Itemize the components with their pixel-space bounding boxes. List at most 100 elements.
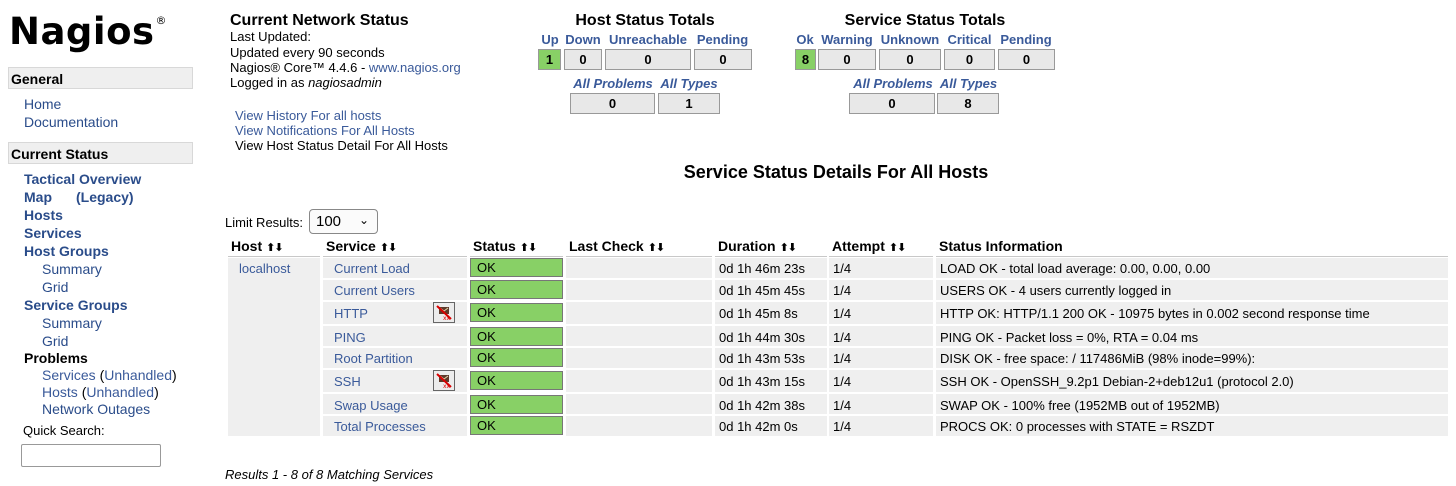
service-link[interactable]: PING bbox=[334, 330, 366, 345]
duration-cell: 0d 1h 42m 38s bbox=[719, 398, 806, 413]
duration-cell: 0d 1h 46m 23s bbox=[719, 261, 806, 276]
sort-arrows-icon[interactable]: ⬆⬇ bbox=[520, 242, 537, 254]
service-pending-count: 0 bbox=[998, 49, 1055, 70]
column-status-information: Status Information bbox=[939, 238, 1063, 254]
host-all-problems-header[interactable]: All Problems bbox=[570, 76, 656, 91]
service-all-problems-header[interactable]: All Problems bbox=[849, 76, 937, 91]
service-unknown-header[interactable]: Unknown bbox=[878, 32, 942, 47]
service-pending-header[interactable]: Pending bbox=[997, 32, 1055, 47]
column-status: Status ⬆⬇ bbox=[473, 238, 537, 254]
sort-arrows-icon[interactable]: ⬆⬇ bbox=[380, 242, 397, 254]
service-all-types-count: 8 bbox=[937, 93, 999, 114]
host-all-types-header[interactable]: All Types bbox=[657, 76, 721, 91]
status-info-cell: USERS OK - 4 users currently logged in bbox=[940, 283, 1172, 298]
service-groups-grid-link[interactable]: Grid bbox=[42, 333, 68, 349]
nagios-logo[interactable]: Nagios® bbox=[9, 10, 167, 53]
status-info-cell: LOAD OK - total load average: 0.00, 0.00… bbox=[940, 261, 1211, 276]
host-groups-grid-link[interactable]: Grid bbox=[42, 279, 68, 295]
duration-cell: 0d 1h 44m 30s bbox=[719, 330, 806, 345]
service-link[interactable]: SSH bbox=[334, 374, 361, 389]
problems-hosts-unhandled-link[interactable]: Unhandled bbox=[86, 384, 154, 400]
duration-cell: 0d 1h 45m 8s bbox=[719, 306, 798, 321]
sort-arrows-icon[interactable]: ⬆⬇ bbox=[780, 242, 797, 254]
sidebar: Nagios® General Home Documentation Curre… bbox=[0, 0, 200, 486]
service-link[interactable]: Current Load bbox=[334, 261, 410, 276]
status-badge: OK bbox=[470, 280, 563, 299]
notifications-disabled-icon[interactable]: xx bbox=[433, 370, 455, 391]
service-all-types-header[interactable]: All Types bbox=[937, 76, 1000, 91]
hosts-link[interactable]: Hosts bbox=[24, 207, 63, 223]
status-badge: OK bbox=[470, 258, 563, 277]
service-groups-link[interactable]: Service Groups bbox=[24, 297, 128, 313]
service-warning-count: 0 bbox=[818, 49, 876, 70]
tactical-overview-link[interactable]: Tactical Overview bbox=[24, 171, 141, 187]
nagios-org-link[interactable]: www.nagios.org bbox=[369, 60, 461, 75]
limit-results-select[interactable]: 100 ⌄ bbox=[309, 209, 378, 234]
service-status-totals-title: Service Status Totals bbox=[844, 12, 1006, 29]
host-all-problems-count: 0 bbox=[570, 93, 655, 114]
host-all-types-count: 1 bbox=[658, 93, 720, 114]
view-host-status-detail-link[interactable]: View Host Status Detail For All Hosts bbox=[235, 138, 448, 153]
attempt-cell: 1/4 bbox=[833, 351, 852, 366]
status-info-cell: PROCS OK: 0 processes with STATE = RSZDT bbox=[940, 419, 1215, 434]
host-link-localhost[interactable]: localhost bbox=[239, 261, 290, 276]
quick-search-input[interactable] bbox=[21, 444, 161, 467]
service-critical-header[interactable]: Critical bbox=[943, 32, 996, 47]
attempt-cell: 1/4 bbox=[833, 330, 852, 345]
attempt-cell: 1/4 bbox=[833, 398, 852, 413]
status-info-cell: PING OK - Packet loss = 0%, RTA = 0.04 m… bbox=[940, 330, 1199, 345]
service-link[interactable]: Root Partition bbox=[334, 351, 413, 366]
network-outages-link[interactable]: Network Outages bbox=[42, 401, 150, 417]
version-text: Nagios® Core™ 4.4.6 - bbox=[230, 60, 369, 75]
service-link[interactable]: Current Users bbox=[334, 283, 415, 298]
sort-arrows-icon[interactable]: ⬆⬇ bbox=[648, 242, 665, 254]
view-history-link[interactable]: View History For all hosts bbox=[235, 108, 381, 123]
logged-in-line: Logged in as nagiosadmin bbox=[230, 75, 382, 90]
host-up-header[interactable]: Up bbox=[538, 32, 562, 47]
service-link[interactable]: HTTP bbox=[334, 306, 368, 321]
status-info-cell: HTTP OK: HTTP/1.1 200 OK - 10975 bytes i… bbox=[940, 306, 1370, 321]
problems-services-unhandled-link[interactable]: Unhandled bbox=[104, 367, 172, 383]
service-groups-summary-link[interactable]: Summary bbox=[42, 315, 102, 331]
attempt-cell: 1/4 bbox=[833, 306, 852, 321]
sort-arrows-icon[interactable]: ⬆⬇ bbox=[889, 242, 906, 254]
service-link[interactable]: Swap Usage bbox=[334, 398, 408, 413]
chevron-down-icon: ⌄ bbox=[358, 213, 369, 227]
service-link[interactable]: Total Processes bbox=[334, 419, 426, 434]
notifications-disabled-icon[interactable]: xx bbox=[433, 302, 455, 323]
status-badge: OK bbox=[470, 395, 563, 414]
view-notifications-link[interactable]: View Notifications For All Hosts bbox=[235, 123, 415, 138]
host-unreachable-header[interactable]: Unreachable bbox=[604, 32, 692, 47]
username: nagiosadmin bbox=[308, 75, 382, 90]
status-badge: OK bbox=[470, 348, 563, 367]
host-down-header[interactable]: Down bbox=[563, 32, 603, 47]
map-link[interactable]: Map bbox=[24, 189, 52, 205]
service-ok-header[interactable]: Ok bbox=[794, 32, 816, 47]
problems-hosts-row: Hosts (Unhandled) bbox=[42, 384, 159, 400]
status-badge: OK bbox=[470, 327, 563, 346]
documentation-link[interactable]: Documentation bbox=[24, 114, 118, 130]
host-groups-summary-link[interactable]: Summary bbox=[42, 261, 102, 277]
attempt-cell: 1/4 bbox=[833, 261, 852, 276]
status-info-cell: DISK OK - free space: / 117486MiB (98% i… bbox=[940, 351, 1256, 366]
services-link[interactable]: Services bbox=[24, 225, 82, 241]
problems-hosts-link[interactable]: Hosts bbox=[42, 384, 78, 400]
map-legacy-link[interactable]: (Legacy) bbox=[76, 189, 134, 205]
problems-services-link[interactable]: Services bbox=[42, 367, 96, 383]
sort-arrows-icon[interactable]: ⬆⬇ bbox=[266, 242, 283, 254]
status-info-cell: SSH OK - OpenSSH_9.2p1 Debian-2+deb12u1 … bbox=[940, 374, 1294, 389]
column-host: Host ⬆⬇ bbox=[231, 238, 284, 254]
home-link[interactable]: Home bbox=[24, 96, 61, 112]
problems-label: Problems bbox=[24, 350, 88, 366]
current-status-heading: Current Status bbox=[8, 142, 193, 164]
update-interval: Updated every 90 seconds bbox=[230, 45, 385, 60]
duration-cell: 0d 1h 43m 15s bbox=[719, 374, 806, 389]
service-warning-header[interactable]: Warning bbox=[817, 32, 877, 47]
host-groups-link[interactable]: Host Groups bbox=[24, 243, 109, 259]
limit-results-label: Limit Results: bbox=[225, 215, 304, 230]
host-pending-header[interactable]: Pending bbox=[693, 32, 752, 47]
column-duration: Duration ⬆⬇ bbox=[718, 238, 797, 254]
quick-search-label: Quick Search: bbox=[23, 423, 105, 438]
logged-in-text: Logged in as bbox=[230, 75, 309, 90]
general-heading: General bbox=[8, 67, 193, 89]
